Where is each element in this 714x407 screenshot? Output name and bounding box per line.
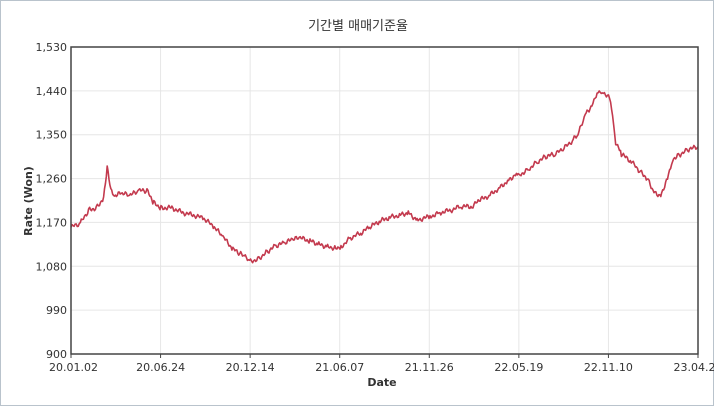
y-tick-label: 1,080 <box>36 260 68 273</box>
y-tick-label: 1,350 <box>36 129 68 142</box>
y-tick-label: 900 <box>46 348 67 361</box>
x-tick-label: 20.12.14 <box>226 361 275 374</box>
x-tick-label: 22.05.19 <box>494 361 543 374</box>
x-tick-label: 21.11.26 <box>405 361 454 374</box>
chart-panel: 기간별 매매기준율 Date Rate (Won) 900 990 1,080 1,1… <box>0 0 714 406</box>
y-axis-label: Rate (Won) <box>22 166 35 236</box>
line-chart: 기간별 매매기준율 Date Rate (Won) 900 990 1,080 1,1… <box>1 1 714 407</box>
series-line <box>71 91 698 263</box>
y-tick-label: 990 <box>46 304 67 317</box>
y-tick-label: 1,440 <box>36 85 68 98</box>
x-tick-label: 22.11.10 <box>584 361 633 374</box>
x-tick-label: 21.06.07 <box>315 361 364 374</box>
x-tick-label: 20.06.24 <box>136 361 185 374</box>
y-tick-label: 1,170 <box>36 216 68 229</box>
chart-title: 기간별 매매기준율 <box>308 19 408 34</box>
x-axis-label: Date <box>367 376 396 389</box>
y-tick-label: 1,530 <box>36 41 68 54</box>
x-tick-label: 23.04.28 <box>674 361 714 374</box>
series-layer <box>71 91 698 263</box>
x-tick-label: 20.01.02 <box>49 361 98 374</box>
y-tick-label: 1,260 <box>36 173 68 186</box>
